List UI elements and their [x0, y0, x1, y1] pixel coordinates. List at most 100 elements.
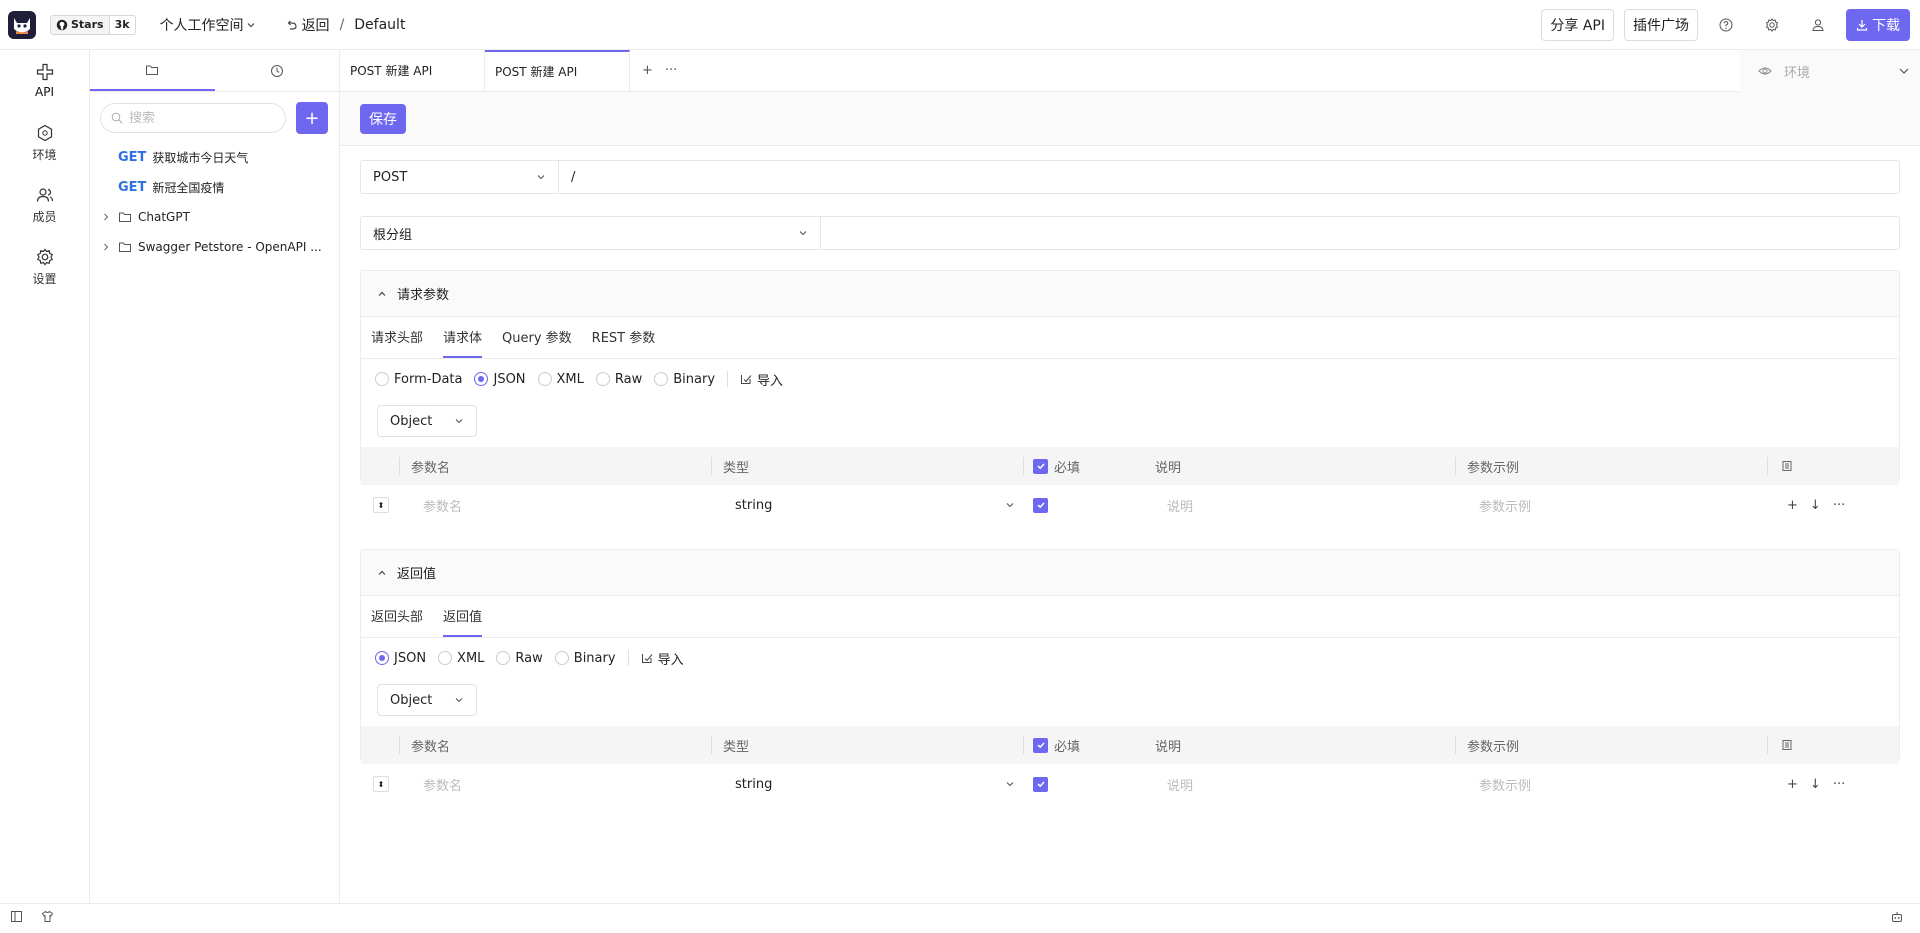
share-api-button[interactable]: 分享 API: [1541, 9, 1614, 41]
download-icon: [1856, 20, 1868, 31]
radio-json[interactable]: JSON: [474, 372, 526, 387]
arrow-down-icon[interactable]: ↓: [1810, 777, 1821, 792]
radio-raw[interactable]: Raw: [595, 372, 642, 387]
add-tab-button[interactable]: +: [630, 50, 665, 91]
sort-icon[interactable]: ⬍: [373, 764, 389, 804]
api-name-input[interactable]: [821, 217, 1899, 249]
root-type-select[interactable]: Object: [377, 684, 477, 716]
column-settings-icon[interactable]: [1781, 726, 1793, 764]
breadcrumb-project[interactable]: Default: [354, 17, 405, 33]
request-tabs: POST 新建 API POST 新建 API + ··· 环境: [340, 50, 1920, 92]
param-name-input[interactable]: 参数名: [423, 764, 462, 804]
tab-history[interactable]: [215, 50, 340, 91]
undo-icon: [287, 20, 297, 30]
workspace-selector[interactable]: 个人工作空间: [160, 15, 256, 35]
save-button[interactable]: 保存: [360, 103, 406, 134]
column-divider: [711, 457, 712, 475]
environment-selector[interactable]: 环境: [1740, 50, 1920, 92]
tree-item-covid[interactable]: GET 新冠全国疫情: [90, 172, 339, 202]
tab-response-headers[interactable]: 返回头部: [371, 596, 423, 637]
tab-request-headers[interactable]: 请求头部: [371, 317, 423, 358]
tab-request-body[interactable]: 请求体: [443, 317, 483, 358]
group-select[interactable]: 根分组: [361, 217, 821, 249]
param-desc-input[interactable]: 说明: [1167, 485, 1193, 525]
method-select[interactable]: POST: [361, 161, 559, 193]
radio-xml[interactable]: XML: [537, 372, 584, 387]
request-tab-active[interactable]: POST 新建 API: [485, 50, 630, 91]
header-actions: 分享 API 插件广场 下载: [1541, 9, 1910, 41]
tree-folder-petstore[interactable]: Swagger Petstore - OpenAPI ...: [90, 232, 339, 262]
sidebar-toggle-icon[interactable]: [10, 910, 23, 927]
tab-apis[interactable]: [90, 50, 215, 91]
tree-item-weather[interactable]: GET 获取城市今日天气: [90, 142, 339, 172]
param-desc-input[interactable]: 说明: [1167, 764, 1193, 804]
search-icon: [111, 112, 123, 124]
request-tab[interactable]: POST 新建 API: [340, 50, 485, 91]
rail-item-members[interactable]: 成员: [0, 174, 89, 236]
column-divider: [399, 736, 400, 754]
radio-raw[interactable]: Raw: [496, 651, 543, 666]
radio-binary[interactable]: Binary: [554, 651, 616, 666]
more-icon[interactable]: ···: [1833, 498, 1845, 513]
param-name-input[interactable]: 参数名: [423, 485, 462, 525]
request-params-section: 请求参数 请求头部 请求体 Query 参数 REST 参数 Form-Data…: [360, 270, 1900, 515]
required-all-checkbox[interactable]: [1033, 737, 1048, 753]
add-row-icon[interactable]: +: [1787, 777, 1798, 792]
back-button[interactable]: 返回: [286, 15, 330, 35]
param-example-input[interactable]: 参数示例: [1479, 764, 1531, 804]
param-required-checkbox[interactable]: [1033, 764, 1048, 804]
tab-query-params[interactable]: Query 参数: [502, 317, 572, 358]
github-stars-badge[interactable]: Stars 3k: [50, 14, 136, 35]
settings-icon: [36, 248, 53, 265]
radio-binary[interactable]: Binary: [654, 372, 715, 387]
rail-item-settings[interactable]: 设置: [0, 236, 89, 298]
param-required-checkbox[interactable]: [1033, 485, 1048, 525]
user-icon[interactable]: [1800, 9, 1836, 41]
import-button[interactable]: 导入: [641, 649, 684, 668]
rail-item-environment[interactable]: 环境: [0, 112, 89, 174]
more-icon[interactable]: ···: [1833, 777, 1845, 792]
param-type-select[interactable]: string: [735, 764, 1015, 804]
save-toolbar: 保存: [340, 92, 1920, 146]
help-icon[interactable]: [1708, 9, 1744, 41]
more-tabs-button[interactable]: ···: [665, 50, 689, 91]
app-logo-icon[interactable]: [8, 10, 36, 39]
column-divider: [1455, 457, 1456, 475]
tab-response-body[interactable]: 返回值: [443, 596, 483, 637]
sort-icon[interactable]: ⬍: [373, 485, 389, 525]
column-required-label: 必填: [1054, 460, 1081, 476]
download-label: 下载: [1872, 18, 1900, 34]
response-header[interactable]: 返回值: [361, 550, 1899, 596]
robot-icon[interactable]: [1890, 910, 1904, 928]
chevron-right-icon[interactable]: [100, 213, 112, 221]
column-type: 类型: [723, 739, 750, 755]
param-type-select[interactable]: string: [735, 485, 1015, 525]
root-type-select[interactable]: Object: [377, 405, 477, 437]
tab-rest-params[interactable]: REST 参数: [592, 317, 656, 358]
param-example-input[interactable]: 参数示例: [1479, 485, 1531, 525]
required-all-checkbox[interactable]: [1033, 458, 1048, 474]
add-row-icon[interactable]: +: [1787, 498, 1798, 513]
radio-form-data[interactable]: Form-Data: [375, 372, 462, 387]
rail-item-api[interactable]: API: [0, 50, 89, 112]
arrow-down-icon[interactable]: ↓: [1810, 498, 1821, 513]
request-params-header[interactable]: 请求参数: [361, 271, 1899, 317]
add-api-button[interactable]: +: [296, 102, 328, 134]
plugins-button[interactable]: 插件广场: [1624, 9, 1698, 41]
row-actions: + ↓ ···: [1787, 764, 1845, 804]
chevron-down-icon: [1006, 503, 1014, 508]
breadcrumb-separator: /: [339, 16, 345, 33]
chevron-right-icon[interactable]: [100, 243, 112, 251]
tree-folder-chatgpt[interactable]: ChatGPT: [90, 202, 339, 232]
radio-json[interactable]: JSON: [375, 651, 426, 666]
shirt-icon[interactable]: [41, 910, 54, 927]
param-type-value: string: [735, 497, 773, 513]
import-button[interactable]: 导入: [740, 370, 783, 389]
column-settings-icon[interactable]: [1781, 447, 1793, 485]
radio-xml[interactable]: XML: [438, 651, 484, 666]
url-input[interactable]: /: [559, 161, 1899, 193]
download-button[interactable]: 下载: [1846, 9, 1910, 41]
folder-open-icon: [146, 65, 159, 75]
gear-icon[interactable]: [1754, 9, 1790, 41]
search-input[interactable]: [129, 110, 269, 126]
